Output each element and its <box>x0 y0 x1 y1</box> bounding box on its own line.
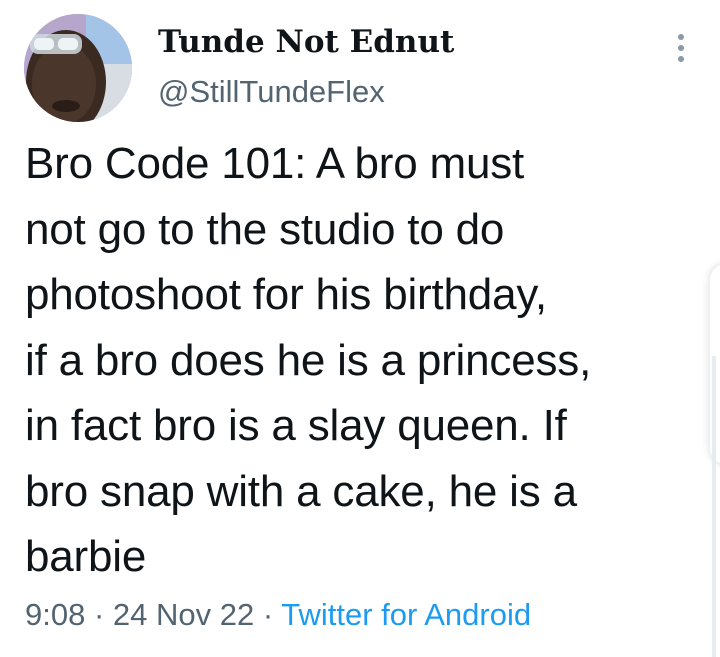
meta-separator: · <box>262 597 274 632</box>
tweet-source-link[interactable]: Twitter for Android <box>281 597 531 632</box>
tweet-date[interactable]: 24 Nov 22 <box>113 597 254 632</box>
avatar[interactable] <box>24 14 132 122</box>
display-name[interactable]: Tunde Not Ednut <box>158 24 454 60</box>
scrollbar[interactable] <box>712 356 716 657</box>
tweet-time[interactable]: 9:08 <box>25 597 85 632</box>
tweet-text: Bro Code 101: A bro must not go to the s… <box>25 139 592 581</box>
meta-separator: · <box>93 597 105 632</box>
tweet-card: Tunde Not Ednut @StillTundeFlex Bro Code… <box>0 0 720 657</box>
more-vertical-icon[interactable] <box>664 28 698 68</box>
tweet-meta: 9:08 · 24 Nov 22 · Twitter for Android <box>25 595 531 635</box>
user-handle[interactable]: @StillTundeFlex <box>158 74 385 110</box>
avatar-photo <box>24 14 132 122</box>
